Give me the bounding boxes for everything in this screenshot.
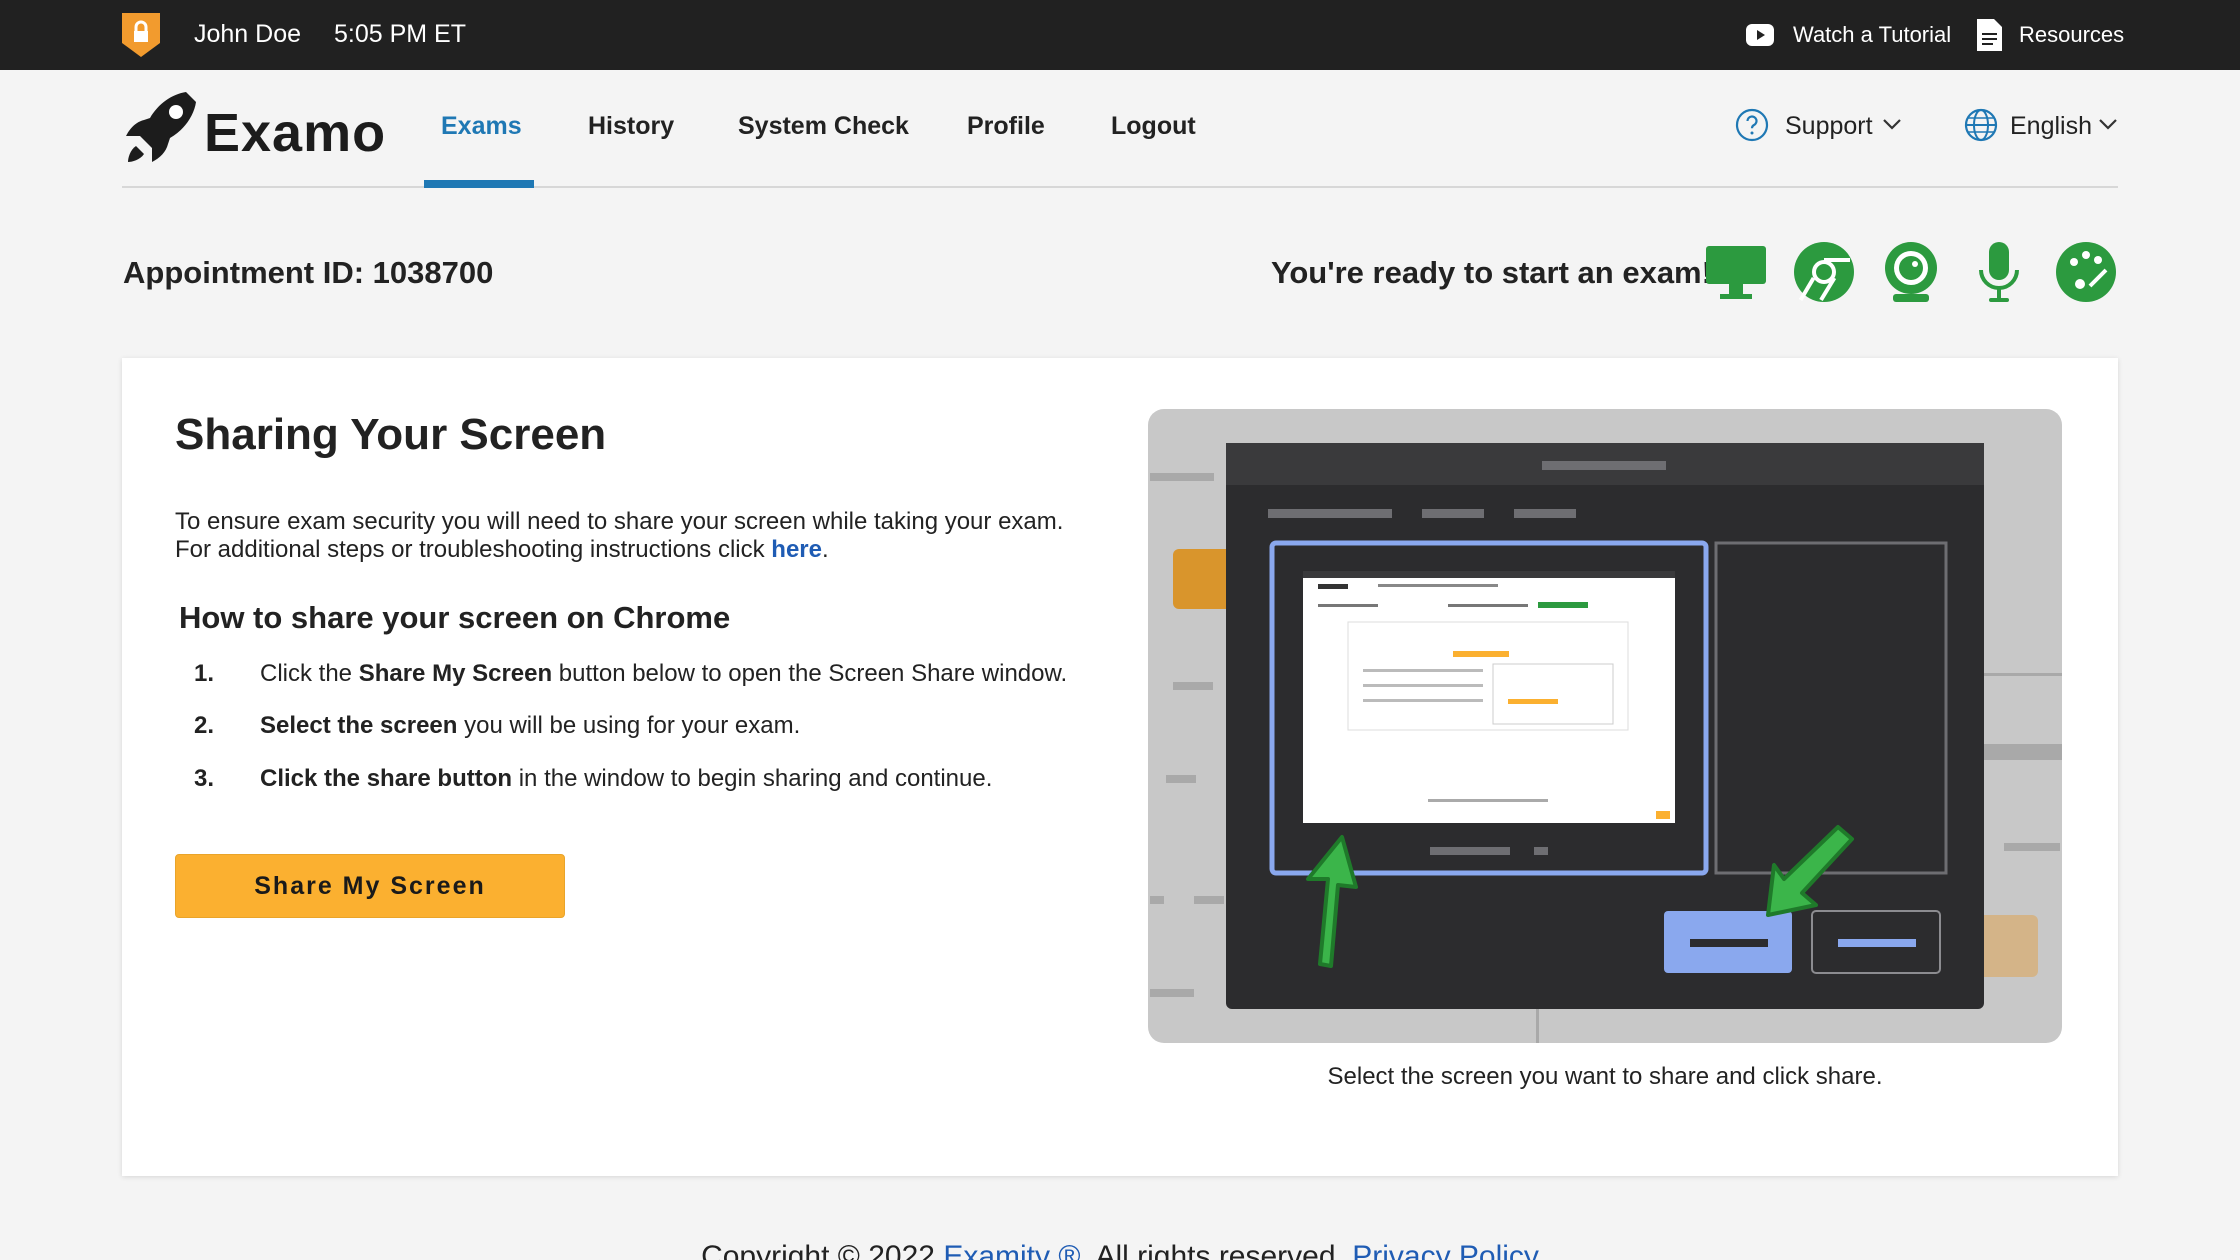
step-text: Click the <box>260 660 359 687</box>
footer: Copyright © 2022 Examity ®. All rights r… <box>0 1240 2240 1260</box>
step-2: 2. Select the screen you will be using fo… <box>194 712 800 740</box>
step-bold: Click the share button <box>260 765 513 792</box>
nav-history[interactable]: History <box>588 112 674 141</box>
resources-link[interactable]: Resources <box>2019 22 2124 48</box>
watch-tutorial-link[interactable]: Watch a Tutorial <box>1793 22 1951 48</box>
copyright-text: Copyright © 2022 <box>701 1240 944 1260</box>
step-bold: Select the screen <box>260 712 458 739</box>
step-text: you will be using for your exam. <box>457 712 801 739</box>
monitor-icon <box>1706 246 1766 299</box>
user-name: John Doe <box>194 20 302 48</box>
chrome-icon <box>1794 242 1854 302</box>
nav-profile[interactable]: Profile <box>967 112 1045 141</box>
help-circle-icon[interactable] <box>1735 108 1769 142</box>
step-number: 2. <box>194 712 215 739</box>
language-menu[interactable]: English <box>2010 112 2092 141</box>
rocket-logo-icon <box>126 92 196 162</box>
company-link[interactable]: Examity ® <box>943 1240 1080 1260</box>
step-bold: Share My Screen <box>358 660 553 687</box>
shield-lock-icon <box>122 13 160 57</box>
troubleshooting-link[interactable]: here <box>771 536 822 563</box>
webcam-icon <box>1885 242 1937 302</box>
privacy-policy-link[interactable]: Privacy Policy <box>1352 1240 1539 1260</box>
screen-share-illustration <box>1148 409 2062 1043</box>
step-text: button below to open the Screen Share wi… <box>552 660 1068 687</box>
top-bar: John Doe 5:05 PM ET Watch a Tutorial Res… <box>0 0 2240 70</box>
nav-logout[interactable]: Logout <box>1111 112 1196 141</box>
nav-system-check[interactable]: System Check <box>738 112 909 141</box>
illustration-caption: Select the screen you want to share and … <box>1327 1063 1883 1090</box>
step-number: 1. <box>194 660 215 687</box>
clock-time: 5:05 PM ET <box>334 20 466 48</box>
step-text: in the window to begin sharing and conti… <box>512 765 993 792</box>
step-number: 3. <box>194 765 215 792</box>
share-my-screen-button[interactable]: Share My Screen <box>175 854 565 918</box>
document-icon[interactable] <box>1977 19 2002 51</box>
main-nav: Examo Exams History System Check Profile… <box>122 70 2118 188</box>
appointment-id: Appointment ID: 1038700 <box>123 255 494 290</box>
palette-icon <box>2056 242 2116 302</box>
rights-text: . All rights reserved. <box>1080 1240 1353 1260</box>
card-title: Sharing Your Screen <box>175 410 607 459</box>
intro-line-1: To ensure exam security you will need to… <box>175 508 1064 535</box>
youtube-icon[interactable] <box>1745 22 1775 48</box>
intro-end: . <box>822 536 829 563</box>
chevron-down-icon[interactable] <box>2098 117 2118 131</box>
microphone-icon <box>1979 242 2019 302</box>
intro-line-2: For additional steps or troubleshooting … <box>175 536 772 563</box>
howto-title: How to share your screen on Chrome <box>179 600 731 635</box>
chevron-down-icon[interactable] <box>1882 117 1902 131</box>
active-tab-indicator <box>424 180 534 188</box>
step-3: 3. Click the share button in the window t… <box>194 765 992 793</box>
intro-text: To ensure exam security you will need to… <box>175 508 1175 564</box>
share-screen-card: Sharing Your Screen To ensure exam secur… <box>122 358 2118 1176</box>
support-menu[interactable]: Support <box>1785 112 1873 141</box>
ready-status-text: You're ready to start an exam! <box>1271 255 1712 290</box>
step-1: 1. Click the Share My Screen button below… <box>194 660 1067 688</box>
nav-exams[interactable]: Exams <box>441 112 522 141</box>
globe-icon[interactable] <box>1964 108 1998 142</box>
examo-logo[interactable]: Examo <box>122 90 385 166</box>
brand-name: Examo <box>204 103 387 163</box>
